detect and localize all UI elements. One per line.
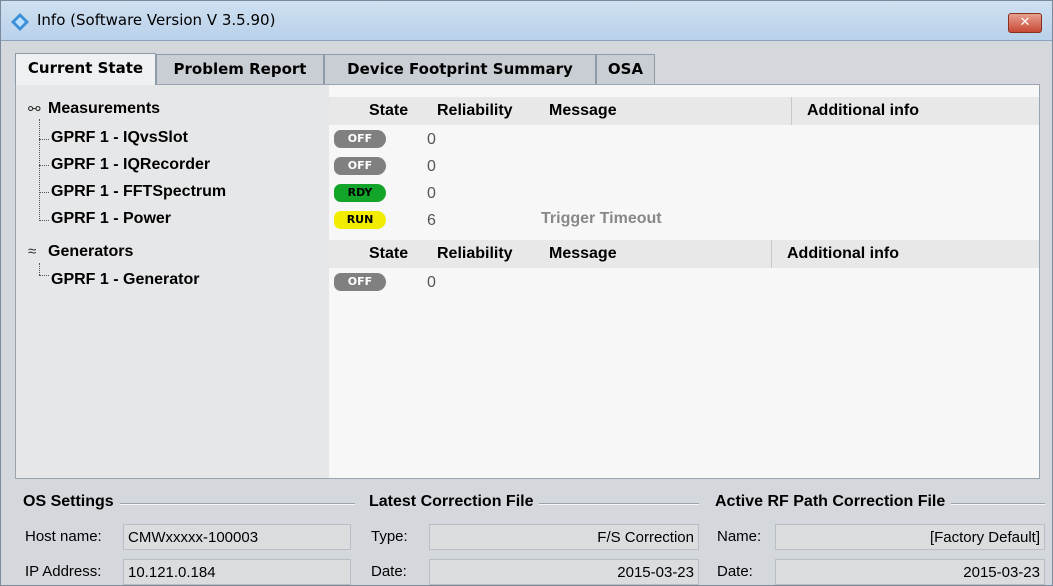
table-row[interactable]: RDY 0 xyxy=(329,181,1039,207)
tree-connector xyxy=(39,165,49,166)
latest-correction-title: Latest Correction File xyxy=(369,493,540,511)
app-diamond-icon xyxy=(11,13,29,31)
col-reliability: Reliability xyxy=(437,102,513,119)
latest-correction-group: Latest Correction File Type: F/S Correct… xyxy=(369,493,699,585)
tree-item-fftspectrum[interactable]: GPRF 1 - FFTSpectrum xyxy=(51,183,226,201)
tree-connector xyxy=(39,220,49,221)
table-row[interactable]: OFF 0 xyxy=(329,154,1039,180)
date-row: Date: 2015-03-23 xyxy=(371,559,699,585)
generators-icon: ≈ xyxy=(28,243,37,260)
tree-connector xyxy=(39,139,49,140)
message-value: Trigger Timeout xyxy=(541,210,662,227)
state-badge: OFF xyxy=(334,157,386,175)
tab-osa[interactable]: OSA xyxy=(596,54,655,84)
tab-problem-report[interactable]: Problem Report xyxy=(156,54,324,84)
col-message: Message xyxy=(549,245,617,262)
reliability-value: 0 xyxy=(427,185,436,202)
name-value: [Factory Default] xyxy=(775,524,1045,550)
table-row[interactable]: RUN 6 Trigger Timeout xyxy=(329,208,1039,234)
rf-date-value: 2015-03-23 xyxy=(775,559,1045,585)
ip-address-row: IP Address: 10.121.0.184 xyxy=(25,559,355,585)
host-name-row: Host name: CMWxxxxx-100003 xyxy=(25,524,355,550)
window-title: Info (Software Version V 3.5.90) xyxy=(37,11,276,29)
date-label: Date: xyxy=(371,563,407,580)
tree-item-generator[interactable]: GPRF 1 - Generator xyxy=(51,271,199,289)
reliability-value: 6 xyxy=(427,212,436,229)
state-badge: OFF xyxy=(334,130,386,148)
table-row[interactable]: OFF 0 xyxy=(329,127,1039,153)
col-message: Message xyxy=(549,102,617,119)
active-rf-path-group: Active RF Path Correction File Name: [Fa… xyxy=(715,493,1045,585)
state-badge: OFF xyxy=(334,273,386,291)
measurements-icon: ⚯ xyxy=(28,101,41,118)
host-name-value: CMWxxxxx-100003 xyxy=(123,524,351,550)
col-state: State xyxy=(369,245,409,262)
col-additional-info: Additional info xyxy=(807,102,919,119)
type-label: Type: xyxy=(371,528,408,545)
type-value: F/S Correction xyxy=(429,524,699,550)
reliability-value: 0 xyxy=(427,158,436,175)
tree-item-iqrecorder[interactable]: GPRF 1 - IQRecorder xyxy=(51,156,210,174)
host-name-label: Host name: xyxy=(25,528,102,545)
tab-current-state[interactable]: Current State xyxy=(15,53,156,85)
current-state-panel: ⚯ Measurements GPRF 1 - IQvsSlot GPRF 1 … xyxy=(15,84,1040,479)
col-state: State xyxy=(369,102,409,119)
status-detail: State Reliability Message Additional inf… xyxy=(329,85,1039,478)
os-settings-group: OS Settings Host name: CMWxxxxx-100003 I… xyxy=(23,493,355,585)
tree-connector xyxy=(39,119,40,221)
title-bar[interactable]: Info (Software Version V 3.5.90) ✕ xyxy=(1,1,1052,41)
tree-node-generators[interactable]: Generators xyxy=(48,243,133,261)
state-badge: RUN xyxy=(334,211,386,229)
column-divider xyxy=(771,240,772,268)
tree-connector xyxy=(39,263,40,275)
tree-node-measurements[interactable]: Measurements xyxy=(48,100,160,118)
tab-device-footprint-summary[interactable]: Device Footprint Summary xyxy=(324,54,596,84)
rf-date-row: Date: 2015-03-23 xyxy=(717,559,1045,585)
col-reliability: Reliability xyxy=(437,245,513,262)
close-icon: ✕ xyxy=(1019,15,1031,30)
name-row: Name: [Factory Default] xyxy=(717,524,1045,550)
info-window: Info (Software Version V 3.5.90) ✕ Curre… xyxy=(0,0,1053,586)
table-row[interactable]: OFF 0 xyxy=(329,270,1039,296)
close-button[interactable]: ✕ xyxy=(1008,13,1042,33)
tree-item-iqvsslot[interactable]: GPRF 1 - IQvsSlot xyxy=(51,129,188,147)
type-row: Type: F/S Correction xyxy=(371,524,699,550)
active-rf-path-title: Active RF Path Correction File xyxy=(715,493,952,511)
ip-address-label: IP Address: xyxy=(25,563,102,580)
name-label: Name: xyxy=(717,528,762,545)
generators-header: State Reliability Message Additional inf… xyxy=(329,240,1039,268)
state-badge: RDY xyxy=(334,184,386,202)
tree-item-power[interactable]: GPRF 1 - Power xyxy=(51,210,171,228)
rf-date-label: Date: xyxy=(717,563,753,580)
tree-view[interactable]: ⚯ Measurements GPRF 1 - IQvsSlot GPRF 1 … xyxy=(16,85,329,478)
tree-connector xyxy=(39,275,49,276)
col-additional-info: Additional info xyxy=(787,245,899,262)
measurements-header: State Reliability Message Additional inf… xyxy=(329,97,1039,125)
reliability-value: 0 xyxy=(427,131,436,148)
os-settings-title: OS Settings xyxy=(23,493,120,511)
reliability-value: 0 xyxy=(427,274,436,291)
ip-address-value: 10.121.0.184 xyxy=(123,559,351,585)
tree-connector xyxy=(39,192,49,193)
date-value: 2015-03-23 xyxy=(429,559,699,585)
column-divider xyxy=(791,97,792,125)
